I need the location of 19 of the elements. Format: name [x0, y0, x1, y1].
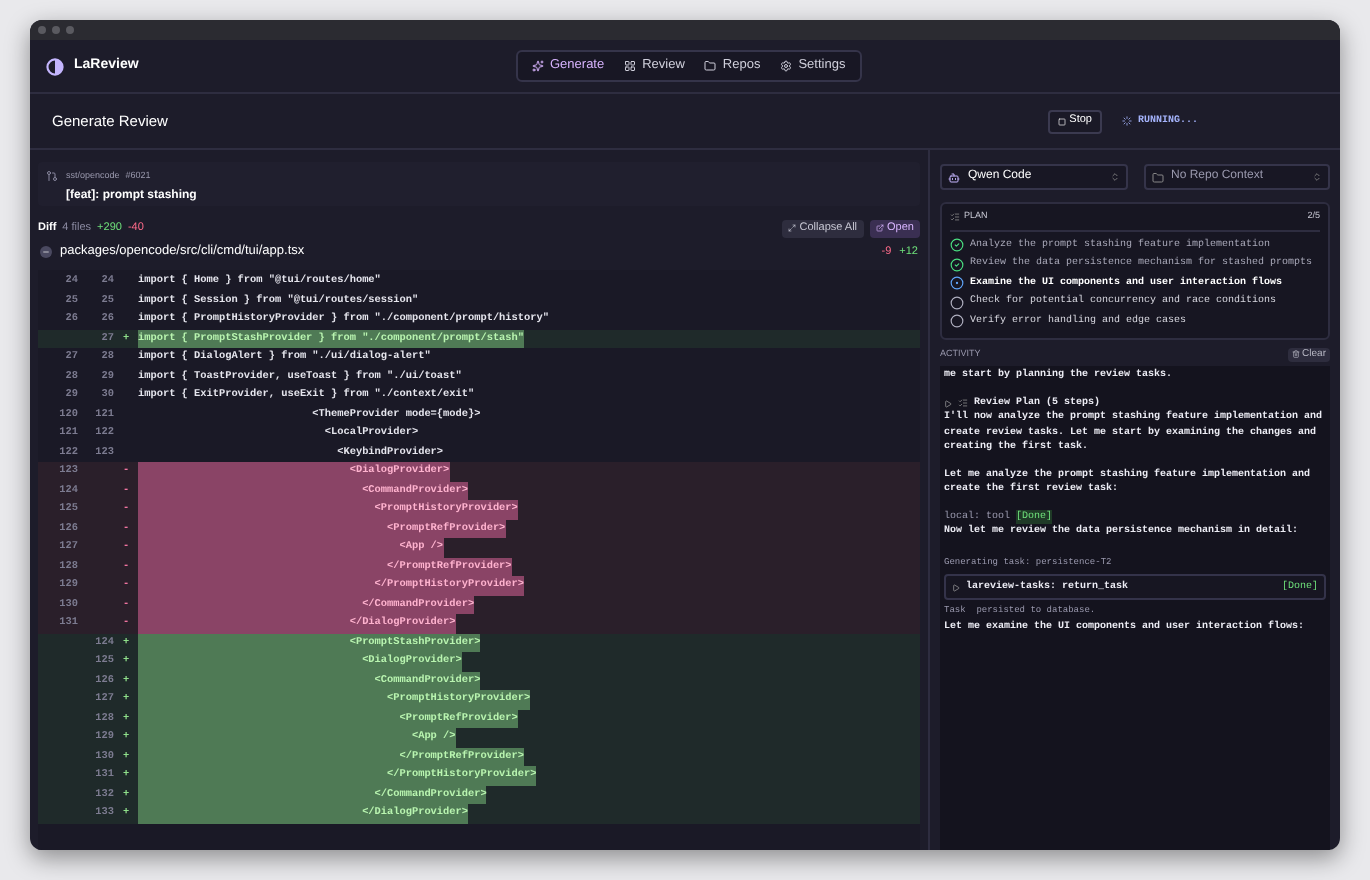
chevron-icon: [1312, 172, 1322, 182]
external-link-icon: [875, 224, 884, 232]
folder-icon: [704, 60, 717, 72]
minus-icon: [42, 248, 50, 256]
folder-icon: [1151, 171, 1163, 183]
grid-icon: [624, 60, 637, 72]
chevron-icon: [1109, 172, 1119, 182]
list-icon: [950, 211, 960, 222]
list-icon: [958, 398, 968, 408]
robot-icon: [948, 171, 960, 183]
pull-request-icon: [46, 170, 58, 182]
play-icon: [944, 399, 952, 407]
collapse-file-button[interactable]: [40, 246, 52, 258]
trash-icon: [1292, 350, 1301, 359]
stop-icon: [1057, 117, 1066, 125]
play-icon: [952, 583, 960, 592]
logo-icon: [46, 57, 64, 75]
gear-icon: [780, 60, 793, 72]
sparkle-icon: [532, 60, 544, 72]
